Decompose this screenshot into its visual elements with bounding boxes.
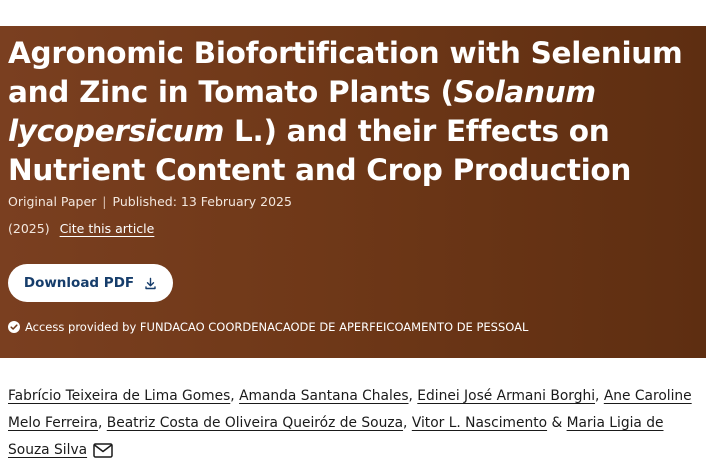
author-link[interactable]: Fabrício Teixeira de Lima Gomes bbox=[8, 388, 230, 404]
meta-divider: | bbox=[102, 194, 107, 209]
author-link[interactable]: Edinei José Armani Borghi bbox=[417, 388, 595, 404]
author-separator: , bbox=[595, 388, 604, 404]
download-icon bbox=[145, 277, 156, 289]
mail-icon[interactable] bbox=[93, 443, 113, 458]
author-link[interactable]: Amanda Santana Chales bbox=[239, 388, 408, 404]
cite-this-article-link[interactable]: Cite this article bbox=[60, 221, 155, 236]
access-notice: Access provided by FUNDACAO COORDENACAOD… bbox=[8, 320, 528, 334]
author-conjunction: & bbox=[547, 415, 567, 431]
article-type: Original Paper bbox=[8, 194, 97, 209]
download-pdf-button[interactable]: Download PDF bbox=[8, 264, 173, 302]
author-separator: , bbox=[97, 415, 107, 431]
author-link[interactable]: Vitor L. Nascimento bbox=[412, 415, 547, 431]
article-citation-row: (2025) Cite this article bbox=[8, 221, 154, 236]
check-circle-icon bbox=[8, 321, 20, 333]
author-separator: , bbox=[230, 388, 240, 404]
article-page: Agronomic Biofortification with Selenium… bbox=[0, 0, 708, 476]
article-year: (2025) bbox=[8, 221, 50, 236]
article-header: Agronomic Biofortification with Selenium… bbox=[0, 26, 706, 358]
article-meta: Original Paper | Published: 13 February 20… bbox=[8, 194, 292, 209]
author-separator: , bbox=[403, 415, 412, 431]
author-list: Fabrício Teixeira de Lima Gomes, Amanda … bbox=[8, 383, 702, 464]
publication-date: Published: 13 February 2025 bbox=[112, 194, 292, 209]
author-link[interactable]: Beatriz Costa de Oliveira Queiróz de Sou… bbox=[107, 415, 403, 431]
article-title: Agronomic Biofortification with Selenium… bbox=[8, 34, 698, 190]
author-separator: , bbox=[408, 388, 418, 404]
access-text: Access provided by FUNDACAO COORDENACAOD… bbox=[25, 320, 529, 334]
download-pdf-label: Download PDF bbox=[23, 275, 135, 291]
